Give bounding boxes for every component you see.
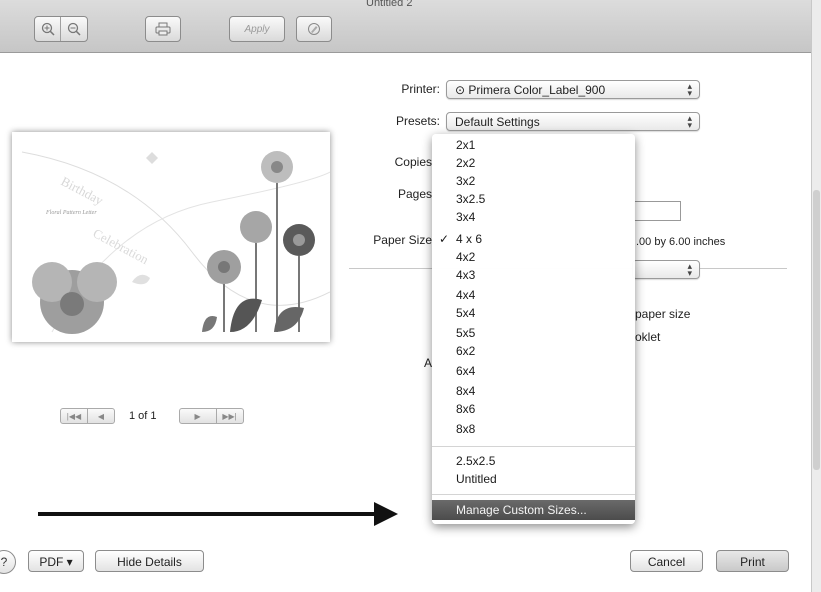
updown-arrow-icon: ▴ ▾ bbox=[687, 113, 692, 130]
annotation-arrow-head bbox=[374, 502, 398, 526]
menu-item-3x2[interactable]: 3x2 bbox=[432, 172, 635, 190]
markup-popup[interactable]: Apply bbox=[229, 16, 285, 42]
help-button[interactable]: ? bbox=[0, 550, 16, 574]
menu-item-6x2[interactable]: 6x2 bbox=[432, 342, 635, 360]
section-popup[interactable]: ▴ ▾ bbox=[632, 260, 700, 279]
menu-item-8x8[interactable]: 8x8 bbox=[432, 420, 635, 438]
hide-details-button[interactable]: Hide Details bbox=[95, 550, 204, 572]
printer-icon bbox=[146, 17, 180, 41]
updown-arrow-icon: ▴ ▾ bbox=[687, 81, 692, 98]
page-preview: Floral Pattern Letter Birthday Celebrati… bbox=[12, 132, 330, 342]
pager-forward-group: ▶ ▶▶| bbox=[178, 408, 244, 424]
menu-item-4x6-selected[interactable]: ✓ 4 x 6 bbox=[432, 230, 635, 248]
updown-arrow-icon: ▴ ▾ bbox=[687, 261, 692, 278]
pdf-menu-button[interactable]: PDF ▾ bbox=[28, 550, 84, 572]
menu-item-3x4[interactable]: 3x4 bbox=[432, 208, 635, 226]
first-page-button[interactable]: |◀◀ bbox=[61, 409, 87, 423]
pages-label: Pages bbox=[397, 187, 432, 201]
markup-button[interactable] bbox=[296, 16, 332, 42]
printer-label: Printer: bbox=[401, 82, 440, 96]
presets-popup[interactable]: Default Settings ▴ ▾ bbox=[446, 112, 700, 131]
presets-label: Presets: bbox=[395, 114, 440, 128]
scale-to-paper-size-text: paper size bbox=[635, 307, 691, 321]
menu-item-2-5x2-5[interactable]: 2.5x2.5 bbox=[432, 452, 635, 470]
checkmark-icon: ✓ bbox=[439, 232, 450, 246]
menu-item-4x3[interactable]: 4x3 bbox=[432, 266, 635, 284]
last-page-button[interactable]: ▶▶| bbox=[215, 409, 243, 423]
zoom-group bbox=[34, 16, 88, 42]
svg-text:Birthday: Birthday bbox=[59, 173, 107, 208]
zoom-out-icon[interactable] bbox=[61, 17, 86, 41]
vertical-scrollbar[interactable] bbox=[811, 0, 821, 592]
svg-text:Floral Pattern Letter: Floral Pattern Letter bbox=[45, 210, 97, 216]
annotation-arrow-line bbox=[38, 512, 378, 516]
toolbar: Untitled 2 Apply bbox=[0, 0, 812, 53]
preview-pager: |◀◀ ◀ 1 of 1 ▶ ▶▶| bbox=[60, 408, 244, 424]
menu-item-4x2[interactable]: 4x2 bbox=[432, 248, 635, 266]
print-submit-button[interactable]: Print bbox=[716, 550, 789, 572]
paper-size-description: .00 by 6.00 inches bbox=[636, 236, 726, 248]
booklet-text: oklet bbox=[635, 330, 661, 344]
prev-page-button[interactable]: ◀ bbox=[87, 409, 114, 423]
menu-item-untitled[interactable]: Untitled bbox=[432, 470, 635, 488]
paper-size-menu[interactable]: 2x1 2x2 3x2 3x2.5 3x4 ✓ 4 x 6 4x2 4x3 4x4… bbox=[432, 134, 635, 524]
a-label: A bbox=[423, 356, 432, 370]
printer-popup[interactable]: ⊙ Primera Color_Label_900 ▴ ▾ bbox=[446, 80, 700, 99]
menu-item-5x4[interactable]: 5x4 bbox=[432, 304, 635, 322]
presets-value: Default Settings bbox=[455, 115, 540, 129]
menu-item-8x4[interactable]: 8x4 bbox=[432, 382, 635, 400]
next-page-button[interactable]: ▶ bbox=[180, 409, 216, 423]
menu-separator bbox=[432, 494, 635, 495]
zoom-in-icon[interactable] bbox=[35, 17, 60, 41]
print-button[interactable] bbox=[145, 16, 181, 42]
markup-label: Apply bbox=[244, 23, 270, 35]
copies-label: Copies bbox=[394, 155, 432, 169]
menu-item-3x2-5[interactable]: 3x2.5 bbox=[432, 190, 635, 208]
manage-custom-sizes-item[interactable]: Manage Custom Sizes... bbox=[432, 500, 635, 520]
pager-back-group: |◀◀ ◀ bbox=[60, 408, 115, 424]
menu-item-4x4[interactable]: 4x4 bbox=[432, 286, 635, 304]
paper-size-label: Paper Size bbox=[373, 233, 432, 247]
window-title: Untitled 2 bbox=[366, 0, 413, 9]
menu-separator bbox=[432, 446, 635, 447]
menu-item-6x4[interactable]: 6x4 bbox=[432, 362, 635, 380]
printer-value: ⊙ Primera Color_Label_900 bbox=[455, 83, 606, 97]
menu-item-8x6[interactable]: 8x6 bbox=[432, 400, 635, 418]
page-indicator: 1 of 1 bbox=[129, 410, 157, 422]
menu-item-5x5[interactable]: 5x5 bbox=[432, 324, 635, 342]
svg-text:Celebration: Celebration bbox=[91, 225, 152, 267]
scroll-thumb[interactable] bbox=[813, 190, 820, 470]
menu-item-2x1[interactable]: 2x1 bbox=[432, 136, 635, 154]
pages-to-field[interactable] bbox=[634, 201, 681, 221]
pen-icon bbox=[297, 17, 331, 41]
menu-item-label: 4 x 6 bbox=[456, 232, 483, 246]
menu-item-2x2[interactable]: 2x2 bbox=[432, 154, 635, 172]
label-artwork: Floral Pattern Letter Birthday Celebrati… bbox=[21, 151, 330, 334]
cancel-button[interactable]: Cancel bbox=[630, 550, 703, 572]
